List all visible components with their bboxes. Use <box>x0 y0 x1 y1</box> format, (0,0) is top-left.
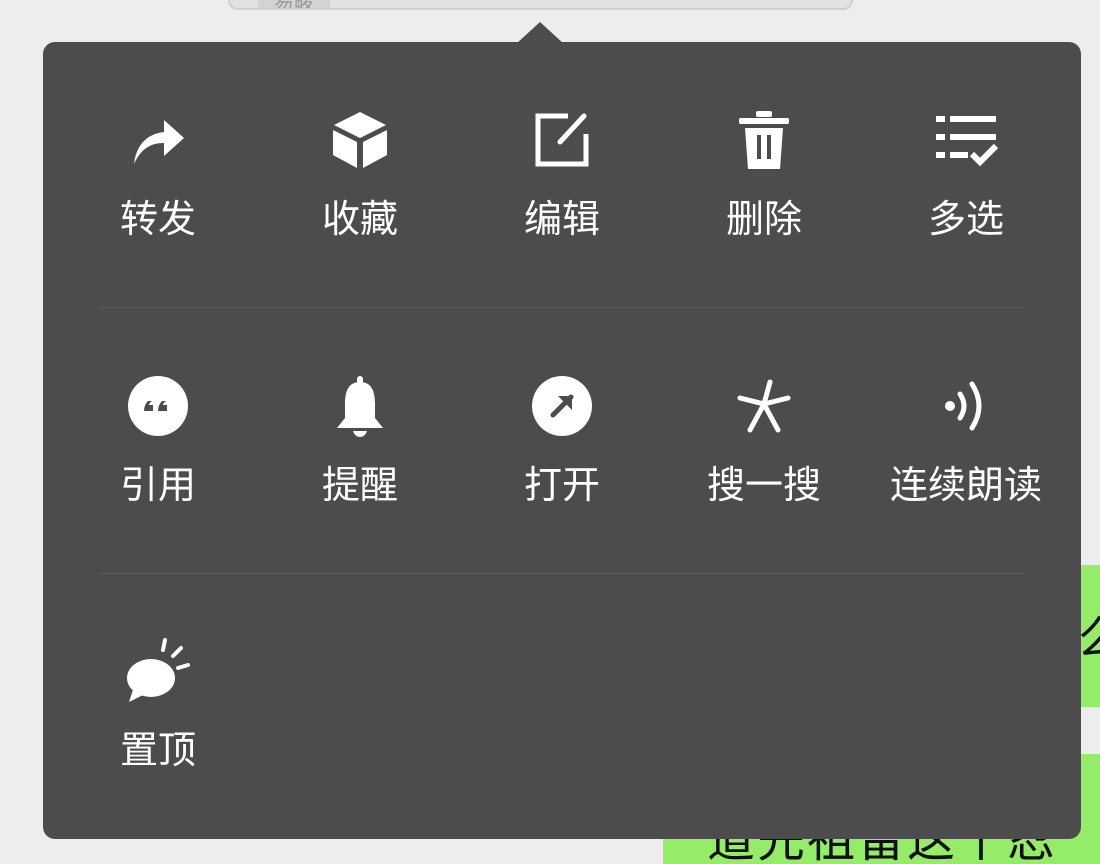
menu-item-favorite[interactable]: 收藏 <box>275 104 445 284</box>
menu-item-delete[interactable]: 删除 <box>679 104 849 284</box>
multi-select-icon <box>930 104 1002 176</box>
menu-item-label: 连续朗读 <box>889 463 1042 507</box>
quote-icon <box>122 370 194 442</box>
menu-item-remind[interactable]: 提醒 <box>275 370 445 550</box>
chat-message-bubble-green: 么 <box>1078 565 1100 707</box>
row-divider <box>100 307 1024 308</box>
menu-item-open[interactable]: 打开 <box>477 370 647 550</box>
chat-message-text: 么 <box>1078 615 1100 661</box>
search-spark-icon <box>728 370 800 442</box>
menu-item-label: 转发 <box>119 197 196 241</box>
open-arrow-icon <box>526 370 598 442</box>
menu-item-label: 置顶 <box>119 728 196 772</box>
row-divider <box>100 573 1024 574</box>
menu-item-pin[interactable]: 置顶 <box>73 635 243 815</box>
edit-icon <box>526 104 598 176</box>
message-context-menu: 转发 收藏 编辑 删除 多选 引用 提醒 打开 搜一搜 连续朗读 置顶 <box>43 42 1081 839</box>
menu-item-search[interactable]: 搜一搜 <box>679 370 849 550</box>
pin-bubble-icon <box>122 635 194 707</box>
trash-icon <box>728 104 800 176</box>
cube-icon <box>324 104 396 176</box>
bell-icon <box>324 370 396 442</box>
menu-item-edit[interactable]: 编辑 <box>477 104 647 284</box>
menu-item-read-aloud[interactable]: 连续朗读 <box>881 370 1051 550</box>
ignore-chip: 忽略 <box>258 0 330 8</box>
menu-item-forward[interactable]: 转发 <box>73 104 243 284</box>
menu-item-label: 引用 <box>119 463 196 507</box>
chat-message-bubble-top: 忽略 <box>228 0 853 10</box>
popup-pointer-arrow <box>516 22 564 44</box>
menu-item-label: 编辑 <box>523 197 600 241</box>
menu-item-label: 提醒 <box>321 463 398 507</box>
menu-item-label: 收藏 <box>321 197 398 241</box>
menu-item-label: 删除 <box>725 197 802 241</box>
speaker-icon <box>930 370 1002 442</box>
menu-item-label: 打开 <box>523 463 600 507</box>
menu-item-label: 多选 <box>927 197 1004 241</box>
menu-item-label: 搜一搜 <box>706 463 821 507</box>
menu-item-multi-select[interactable]: 多选 <box>881 104 1051 284</box>
forward-arrow-icon <box>122 104 194 176</box>
menu-item-quote[interactable]: 引用 <box>73 370 243 550</box>
